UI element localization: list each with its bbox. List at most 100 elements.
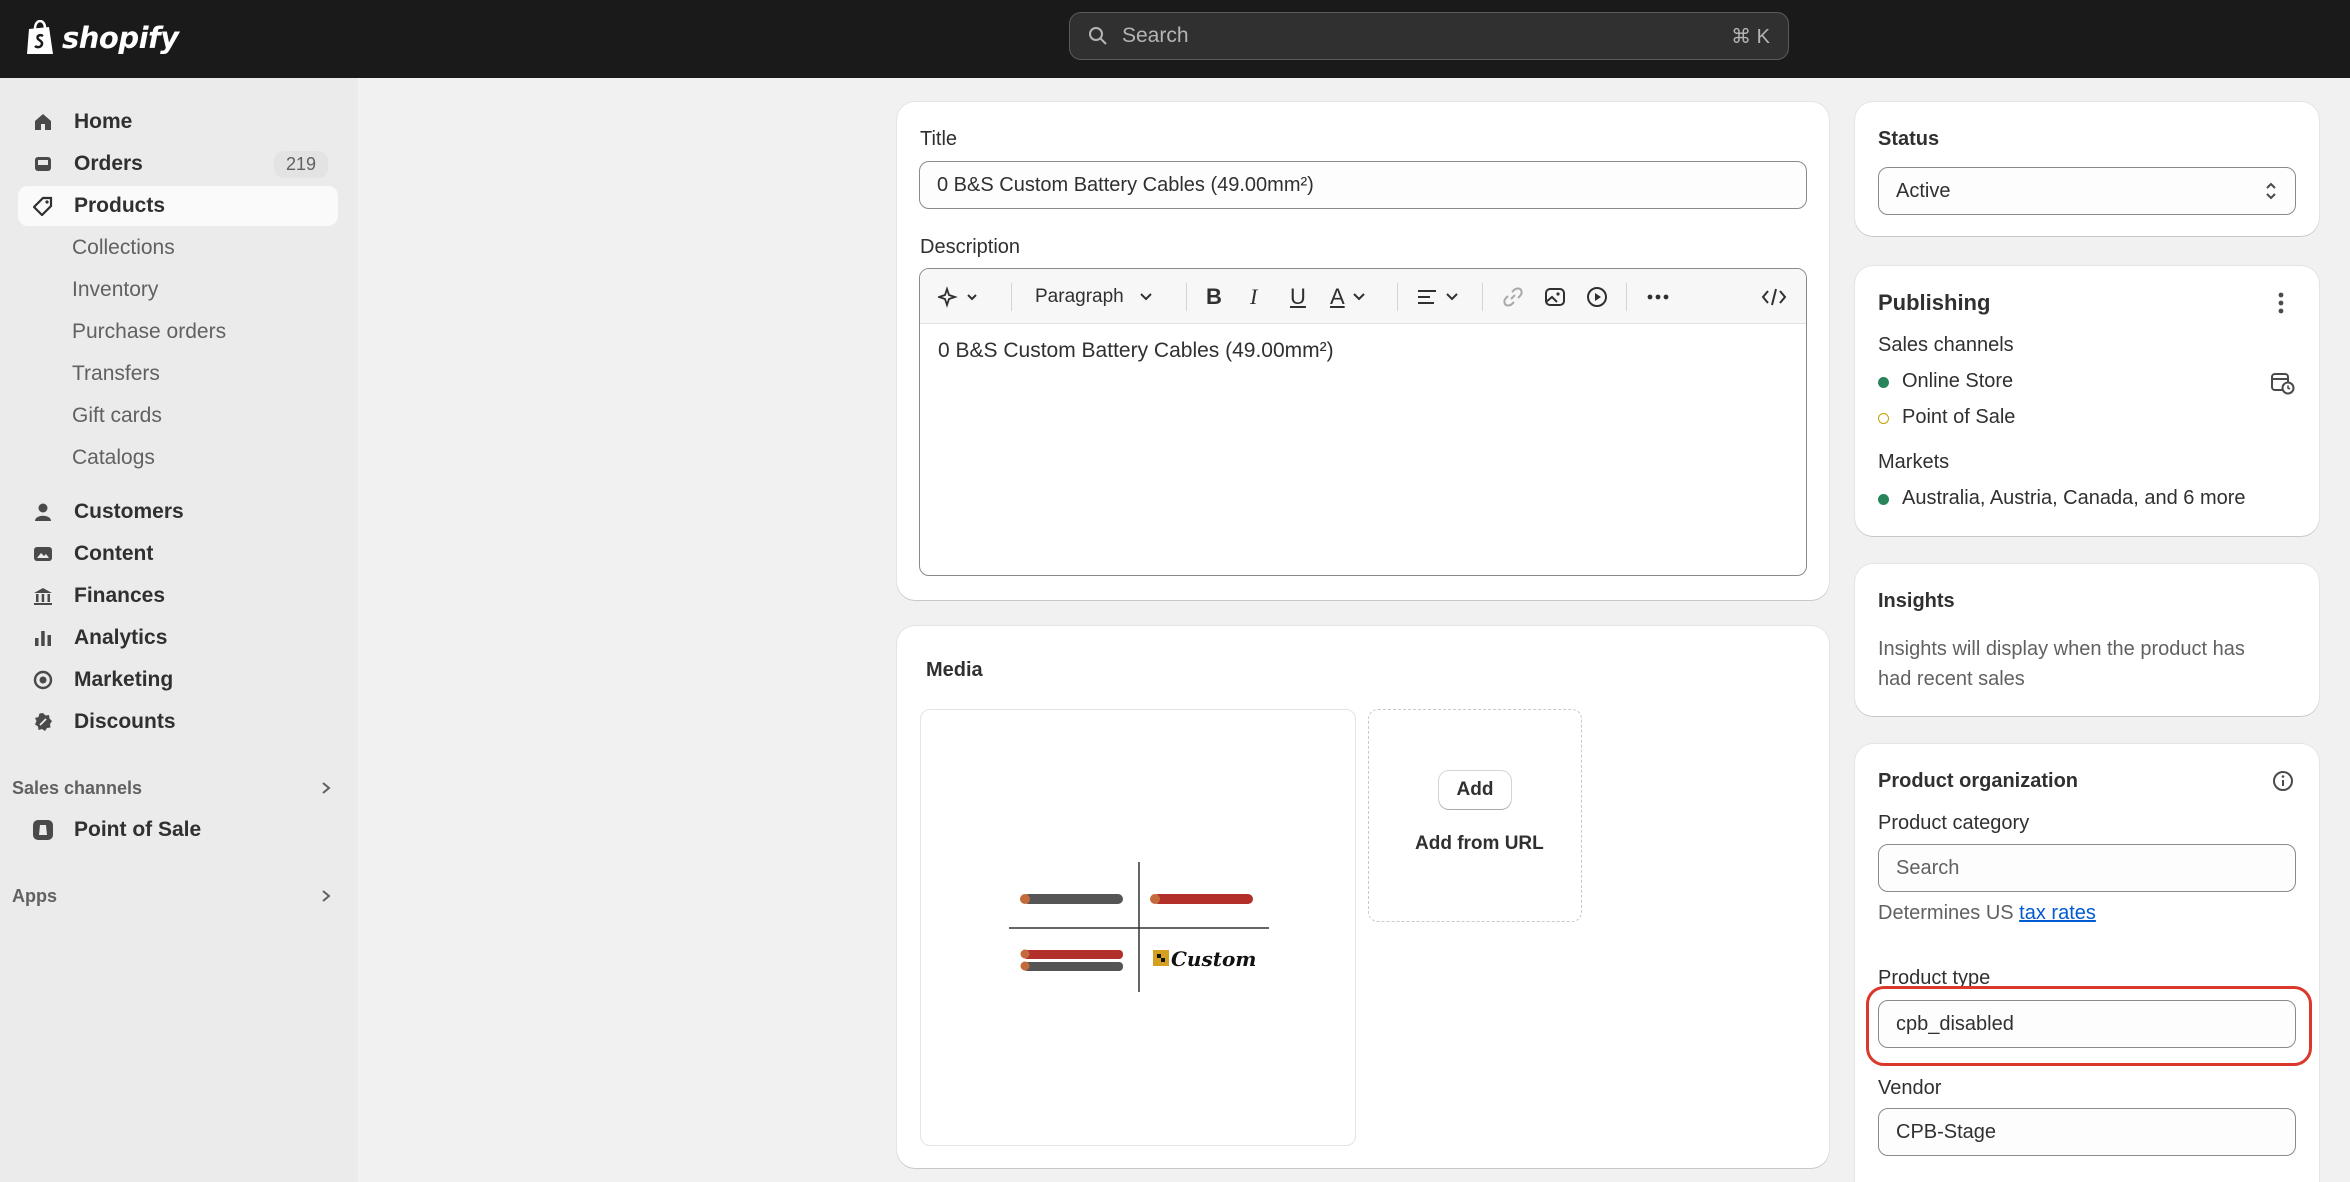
home-icon [32, 111, 54, 133]
sidebar-item-content[interactable]: Content [18, 534, 338, 574]
italic-icon: I [1250, 284, 1258, 309]
sales-channels-section[interactable]: Sales channels [12, 770, 332, 806]
add-from-url-link[interactable]: Add from URL [1415, 833, 1544, 855]
sidebar-item-label: Home [74, 110, 133, 133]
title-input[interactable]: 0 B&S Custom Battery Cables (49.00mm²) [919, 161, 1807, 209]
sidebar-item-finances[interactable]: Finances [18, 576, 338, 616]
code-icon [1761, 288, 1787, 306]
sidebar-item-point-of-sale[interactable]: Point of Sale [18, 810, 338, 850]
sidebar-item-home[interactable]: Home [18, 102, 338, 142]
add-media-button[interactable]: Add [1439, 771, 1511, 809]
bar-chart-icon [32, 627, 54, 649]
sidebar-subitem-purchase-orders[interactable]: Purchase orders [72, 312, 226, 352]
status-label: Status [1878, 128, 1940, 150]
insert-image-button[interactable] [1544, 283, 1566, 311]
sidebar-subitem-transfers[interactable]: Transfers [72, 354, 160, 394]
sidebar-item-label: Content [74, 542, 154, 565]
italic-button[interactable]: I [1250, 283, 1257, 311]
text-color-button[interactable]: A [1330, 283, 1367, 311]
chevron-down-icon [1352, 293, 1365, 301]
description-editor: Paragraph B I U A 0 B&S Custom Battery C… [919, 268, 1807, 576]
tag-icon [32, 195, 54, 217]
sidebar-subitem-gift-cards[interactable]: Gift cards [72, 396, 162, 436]
sidebar-subitem-catalogs[interactable]: Catalogs [72, 438, 155, 478]
category-help-prefix: Determines US [1878, 902, 2014, 924]
search-placeholder: Search [1122, 24, 1189, 47]
align-button[interactable] [1416, 283, 1460, 311]
vendor-input[interactable]: CPB-Stage [1878, 1108, 2296, 1156]
editor-toolbar: Paragraph B I U A [920, 269, 1806, 324]
sidebar-item-label: Customers [74, 500, 184, 523]
sidebar: Home Orders 219 Products Collections Inv… [0, 78, 358, 1182]
more-horizontal-icon [1647, 294, 1669, 300]
underline-icon: U [1290, 284, 1306, 309]
sidebar-item-marketing[interactable]: Marketing [18, 660, 338, 700]
description-label: Description [920, 236, 1021, 258]
vendor-label: Vendor [1878, 1077, 1942, 1099]
orders-count-badge: 219 [273, 150, 328, 178]
bold-button[interactable]: B [1206, 283, 1222, 311]
custom-logo-text: Custom [1171, 947, 1256, 971]
markets-label: Markets [1878, 451, 1950, 473]
product-category-search-input[interactable]: Search [1878, 844, 2296, 892]
status-value: Active [1896, 179, 1951, 202]
calendar-schedule-icon[interactable] [2270, 370, 2296, 396]
sidebar-item-label: Discounts [74, 710, 176, 733]
discount-icon [32, 711, 54, 733]
more-formatting-button[interactable] [1646, 283, 1670, 311]
online-store-status-dot [1878, 377, 1889, 388]
ai-generate-button[interactable] [938, 283, 982, 311]
point-of-sale-status-dot [1878, 413, 1889, 424]
product-media-thumbnail[interactable]: Custom [920, 709, 1356, 1146]
inbox-icon [32, 153, 54, 175]
brand-name: shopify [62, 21, 179, 55]
image-icon [1545, 288, 1565, 306]
insert-video-button[interactable] [1586, 283, 1608, 311]
sidebar-item-label: Products [74, 194, 166, 217]
underline-button[interactable]: U [1290, 283, 1306, 311]
apps-label: Apps [12, 885, 57, 906]
sidebar-subitem-inventory[interactable]: Inventory [72, 270, 158, 310]
paragraph-label: Paragraph [1035, 286, 1124, 307]
pos-icon [32, 819, 54, 841]
sidebar-item-orders[interactable]: Orders 219 [18, 144, 338, 184]
title-label: Title [920, 128, 958, 150]
chevron-down-icon [1140, 293, 1152, 301]
search-icon [1089, 27, 1107, 45]
product-type-highlight [1866, 986, 2312, 1066]
sales-channels-label: Sales channels [12, 777, 143, 798]
channel-online-store: Online Store [1902, 370, 2014, 392]
sidebar-item-label: Finances [74, 584, 166, 607]
top-bar: shopify Search ⌘ K [0, 0, 2350, 78]
apps-section[interactable]: Apps [12, 878, 332, 914]
sales-channels-label: Sales channels [1878, 334, 2014, 356]
info-icon[interactable] [2272, 770, 2294, 792]
description-text[interactable]: 0 B&S Custom Battery Cables (49.00mm²) [938, 339, 1334, 363]
shopify-logo[interactable]: shopify [24, 18, 179, 58]
image-icon [32, 543, 54, 565]
chevron-down-icon [1446, 293, 1458, 301]
category-help-text: Determines US tax rates [1878, 902, 2096, 925]
sidebar-item-discounts[interactable]: Discounts [18, 702, 338, 742]
link-button[interactable] [1502, 283, 1524, 311]
product-organization-heading: Product organization [1878, 770, 2078, 792]
more-vertical-icon[interactable] [2276, 290, 2286, 316]
bank-icon [32, 585, 54, 607]
show-html-button[interactable] [1761, 283, 1787, 311]
channel-point-of-sale: Point of Sale [1902, 406, 2016, 428]
media-heading: Media [926, 659, 983, 681]
status-select[interactable]: Active [1878, 167, 2296, 215]
sidebar-item-label: Marketing [74, 668, 174, 691]
sidebar-subitem-collections[interactable]: Collections [72, 228, 175, 268]
sparkle-icon [938, 286, 977, 308]
sidebar-item-analytics[interactable]: Analytics [18, 618, 338, 658]
sidebar-item-customers[interactable]: Customers [18, 492, 338, 532]
markets-value: Australia, Austria, Canada, and 6 more [1902, 487, 2246, 509]
global-search-input[interactable]: Search ⌘ K [1069, 12, 1789, 60]
align-left-icon [1418, 290, 1436, 304]
media-add-dropzone[interactable] [1368, 709, 1582, 922]
sidebar-item-products[interactable]: Products [18, 186, 338, 226]
tax-rates-link[interactable]: tax rates [2019, 902, 2096, 924]
paragraph-dropdown[interactable]: Paragraph [1035, 283, 1154, 311]
sidebar-item-label: Point of Sale [74, 818, 202, 841]
